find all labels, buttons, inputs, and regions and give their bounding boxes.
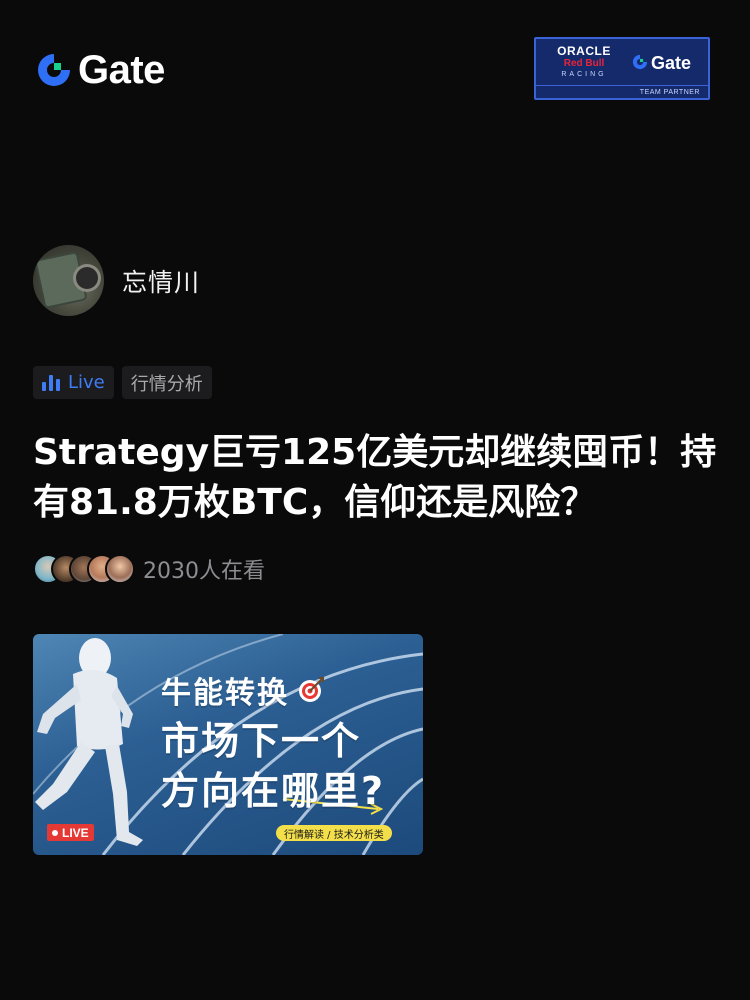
gate-logo-text: Gate [78, 48, 165, 92]
author-avatar[interactable] [33, 245, 104, 316]
viewer-row: 2030人在看 [33, 553, 265, 585]
stream-cover[interactable]: 牛能转换 市场下一个 方向在哪里? LIVE 行情解读 / 技术分析类 [33, 634, 423, 855]
author-row[interactable]: 忘情川 [33, 245, 200, 316]
viewer-count: 2030人在看 [143, 559, 265, 584]
target-icon [297, 676, 325, 704]
viewer-avatars [33, 554, 135, 584]
page: Gate ORACLE Red Bull RACING Gate TEAM PA… [0, 0, 750, 1000]
partner-gate-text: Gate [651, 53, 692, 73]
cover-category-pill: 行情解读 / 技术分析类 [276, 825, 392, 841]
live-tag[interactable]: Live [33, 366, 114, 399]
author-name[interactable]: 忘情川 [122, 263, 200, 299]
partner-redbull-text: Red Bull [563, 58, 605, 69]
cover-headline-3: 方向在哪里? [161, 769, 386, 813]
tag-row: Live 行情分析 [33, 366, 212, 399]
live-dot-icon [52, 829, 58, 836]
partner-divider [536, 85, 708, 86]
runner-illustration [35, 638, 143, 846]
partner-badge: ORACLE Red Bull RACING Gate TEAM PARTNER [534, 37, 710, 100]
partner-racing-text: RACING [561, 71, 607, 78]
partner-oracle-text: ORACLE [557, 44, 611, 58]
partner-gate-icon [632, 54, 648, 74]
cover-live-label: LIVE [62, 825, 89, 840]
gate-logo[interactable]: Gate [36, 50, 165, 90]
viewer-avatar [105, 554, 135, 584]
live-bars-icon [42, 374, 60, 391]
cover-headline-2: 市场下一个 [161, 719, 362, 763]
cover-live-badge: LIVE [47, 824, 94, 841]
category-tag[interactable]: 行情分析 [121, 366, 212, 399]
stream-title: Strategy巨亏125亿美元却继续囤币！持有81.8万枚BTC，信仰还是风险… [33, 432, 717, 523]
gate-logo-icon [36, 52, 72, 88]
cover-headline-1: 牛能转换 [161, 668, 325, 712]
live-tag-label: Live [68, 372, 105, 393]
cover-headline-1-text: 牛能转换 [161, 676, 289, 711]
partner-caption: TEAM PARTNER [639, 89, 700, 96]
